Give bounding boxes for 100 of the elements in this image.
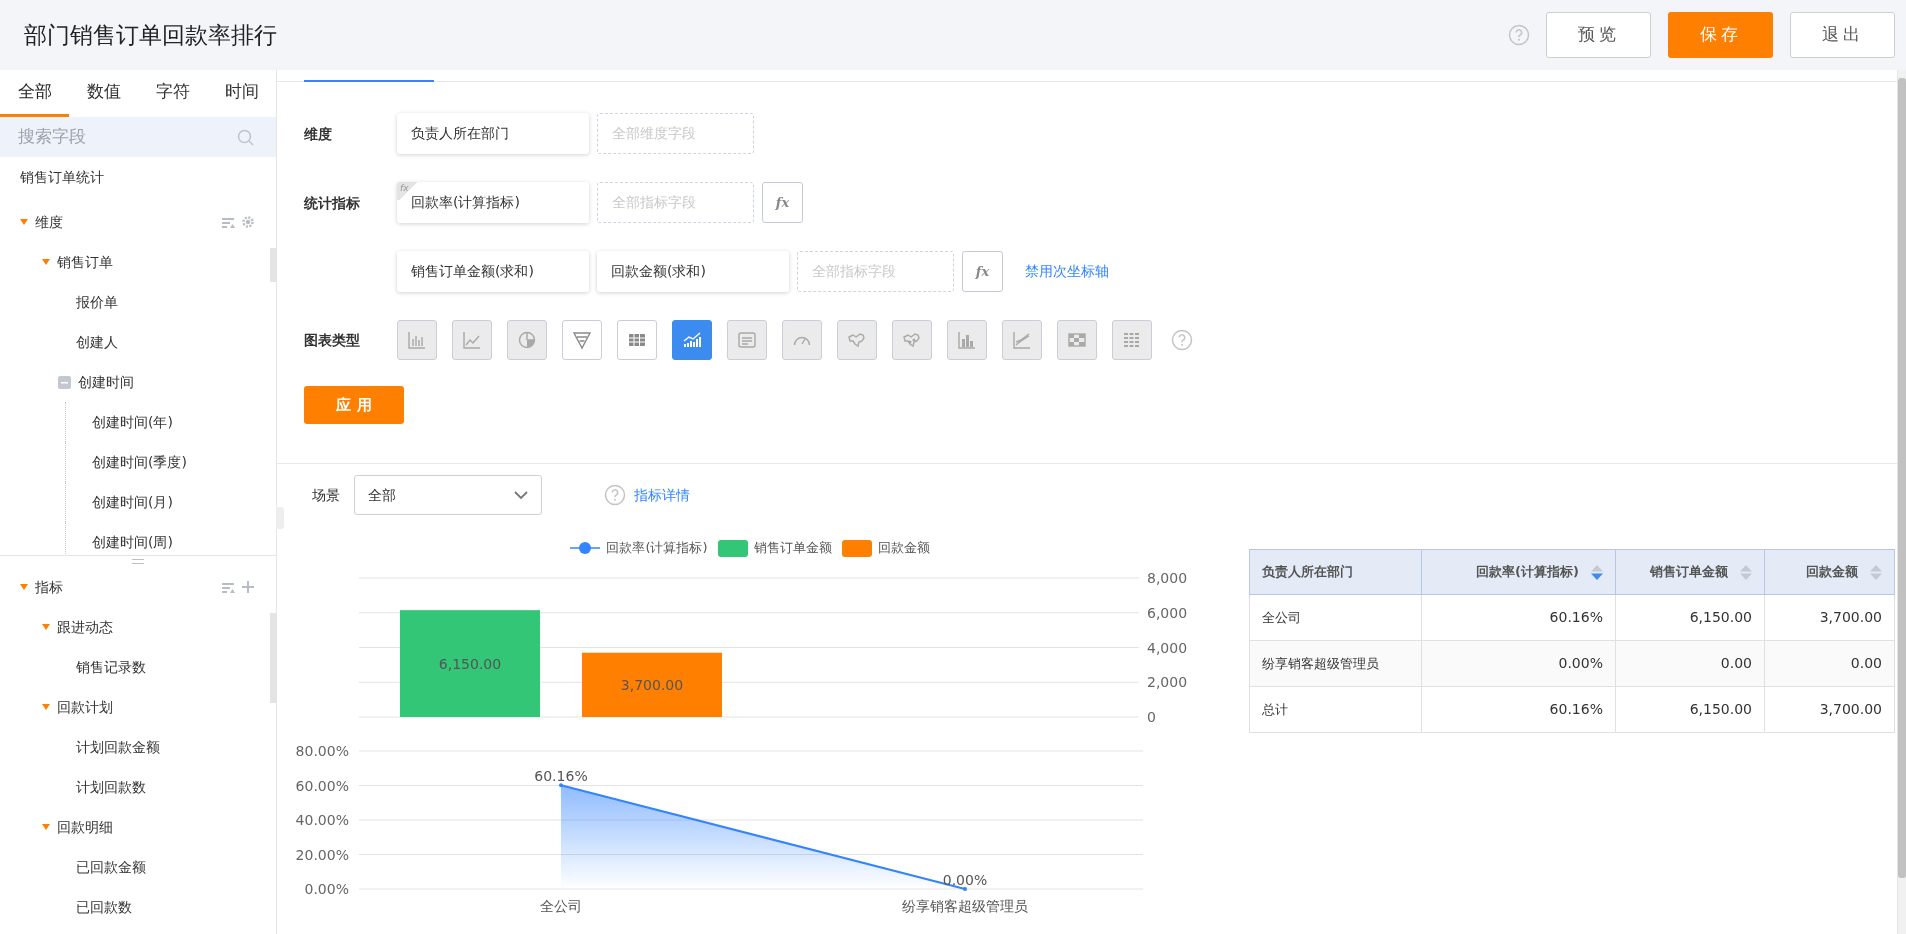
field-chip[interactable]: 负责人所在部门 (397, 113, 589, 154)
chart-type-button[interactable] (617, 320, 657, 360)
table-cell: 0.00% (1421, 640, 1616, 687)
multi-line-chart-icon (1012, 330, 1032, 350)
tree-item[interactable]: 回款明细 (57, 816, 113, 838)
sort-icon[interactable] (1740, 564, 1752, 580)
scene-dropdown[interactable]: 全部 (354, 475, 542, 515)
tree-item[interactable]: 跟进动态 (57, 616, 113, 638)
axis-tick-label: 80.00% (295, 743, 349, 759)
category-label: 全公司 (540, 898, 582, 914)
tree-item[interactable]: 创建人 (76, 331, 118, 353)
column-header[interactable]: 回款金额 (1764, 549, 1895, 595)
bar[interactable] (400, 610, 540, 717)
table-cell: 全公司 (1249, 594, 1422, 641)
search-input[interactable]: 搜索字段 (18, 124, 237, 150)
table-cell: 6,150.00 (1615, 686, 1765, 733)
settings-icon[interactable] (242, 216, 254, 228)
section-title[interactable]: 指标 (35, 576, 215, 598)
scrollbar-thumb[interactable] (270, 613, 276, 703)
caret-icon[interactable] (20, 219, 28, 225)
bar-value-label: 6,150.00 (438, 655, 502, 672)
formula-button[interactable]: fx (962, 251, 1003, 292)
legend-label[interactable]: 回款金额 (877, 538, 930, 558)
search-field[interactable]: 搜索字段 (0, 117, 276, 157)
table-cell: 6,150.00 (1615, 594, 1765, 641)
scene-label: 场景 (312, 485, 340, 505)
tree-item[interactable]: 回款计划 (57, 696, 113, 718)
tree-item[interactable]: 销售订单 (57, 251, 113, 273)
category-label: 纷享销客超级管理员 (902, 898, 1028, 914)
help-icon[interactable] (604, 484, 626, 506)
table-cell: 3,700.00 (1764, 594, 1895, 641)
header-button[interactable]: 退出 (1790, 12, 1895, 58)
column-header[interactable]: 销售订单金额 (1615, 549, 1765, 595)
table-cell: 3,700.00 (1764, 686, 1895, 733)
tree-item[interactable]: 已回款数 (76, 896, 132, 918)
bar[interactable] (582, 652, 722, 717)
legend-swatch[interactable] (717, 539, 748, 557)
sort-icon[interactable] (222, 581, 235, 593)
bar-line-chart-icon (682, 330, 702, 350)
bar-chart-icon (407, 330, 427, 350)
sort-icon[interactable] (1870, 564, 1882, 580)
tree-item[interactable]: 计划回款数 (76, 776, 146, 798)
axis-tick-label: 0.00% (304, 881, 349, 897)
data-point[interactable] (559, 783, 563, 788)
table-cell: 纷享销客超级管理员 (1249, 640, 1422, 687)
data-point[interactable] (963, 887, 967, 891)
chart-type-button[interactable] (562, 320, 602, 360)
disable-axis-link[interactable]: 禁用次坐标轴 (1025, 261, 1109, 282)
heatmap-icon (1067, 330, 1087, 350)
scrollbar[interactable] (1897, 70, 1906, 934)
caret-icon[interactable] (42, 704, 50, 710)
chart-type-button[interactable] (672, 320, 712, 360)
card-icon (737, 330, 757, 350)
caret-icon[interactable] (20, 584, 28, 590)
scrollbar-thumb[interactable] (270, 248, 276, 282)
tree-item[interactable]: 计划回款金额 (76, 736, 160, 758)
axis-tick-label: 2,000 (1147, 674, 1188, 691)
legend-label[interactable]: 销售订单金额 (753, 538, 832, 558)
tree-item[interactable]: 已回款金额 (76, 856, 146, 878)
table-cell: 0.00 (1615, 640, 1765, 687)
tree-item[interactable]: 创建时间 (78, 371, 134, 393)
metric-details-link[interactable]: 指标详情 (634, 484, 690, 506)
caret-icon[interactable] (42, 824, 50, 830)
axis-tick-label: 20.00% (295, 846, 349, 863)
grid-icon (1122, 330, 1142, 350)
tree-item[interactable]: 创建时间(月) (92, 491, 173, 513)
sidebar-tab[interactable]: 字符 (138, 70, 207, 117)
caret-icon[interactable] (42, 624, 50, 630)
axis-tick-label: 0 (1147, 709, 1156, 725)
map-dots-icon (902, 330, 922, 350)
map-icon (847, 330, 867, 350)
tree-item[interactable]: 报价单 (76, 291, 118, 313)
tree-item[interactable]: 创建时间(周) (92, 531, 173, 553)
tree-item[interactable]: 销售记录数 (76, 656, 146, 678)
source-title: 销售订单统计 (19, 167, 105, 187)
help-icon[interactable] (1171, 329, 1193, 351)
sidebar-tab[interactable]: 时间 (207, 70, 276, 117)
formula-button[interactable]: fx (762, 182, 803, 223)
sort-icon[interactable] (222, 216, 235, 228)
sidebar-tab[interactable]: 数值 (69, 70, 138, 117)
search-icon[interactable] (237, 128, 254, 146)
field-chip[interactable]: 销售订单金额(求和) (397, 251, 589, 292)
section-title[interactable]: 维度 (35, 211, 215, 233)
column-header[interactable]: 回款率(计算指标) (1421, 549, 1616, 595)
tree-item[interactable]: 创建时间(年) (92, 411, 173, 433)
sort-icon[interactable] (1591, 564, 1603, 580)
axis-tick-label: 6,000 (1147, 604, 1188, 621)
add-icon[interactable] (242, 581, 254, 593)
splitter-handle[interactable] (0, 555, 276, 567)
caret-icon[interactable] (42, 259, 50, 265)
collapse-box-icon[interactable] (58, 375, 71, 389)
legend-line-marker[interactable] (570, 542, 601, 554)
field-chip[interactable]: 回款金额(求和) (597, 251, 789, 292)
legend-label[interactable]: 回款率(计算指标) (606, 538, 708, 558)
panel-collapse-handle[interactable] (276, 507, 284, 529)
help-icon[interactable] (1508, 24, 1530, 46)
tree-item[interactable]: 创建时间(季度) (92, 451, 187, 473)
header-button[interactable]: 预览 (1546, 12, 1651, 58)
column-header[interactable]: 负责人所在部门 (1249, 549, 1422, 595)
legend-swatch[interactable] (841, 539, 872, 557)
